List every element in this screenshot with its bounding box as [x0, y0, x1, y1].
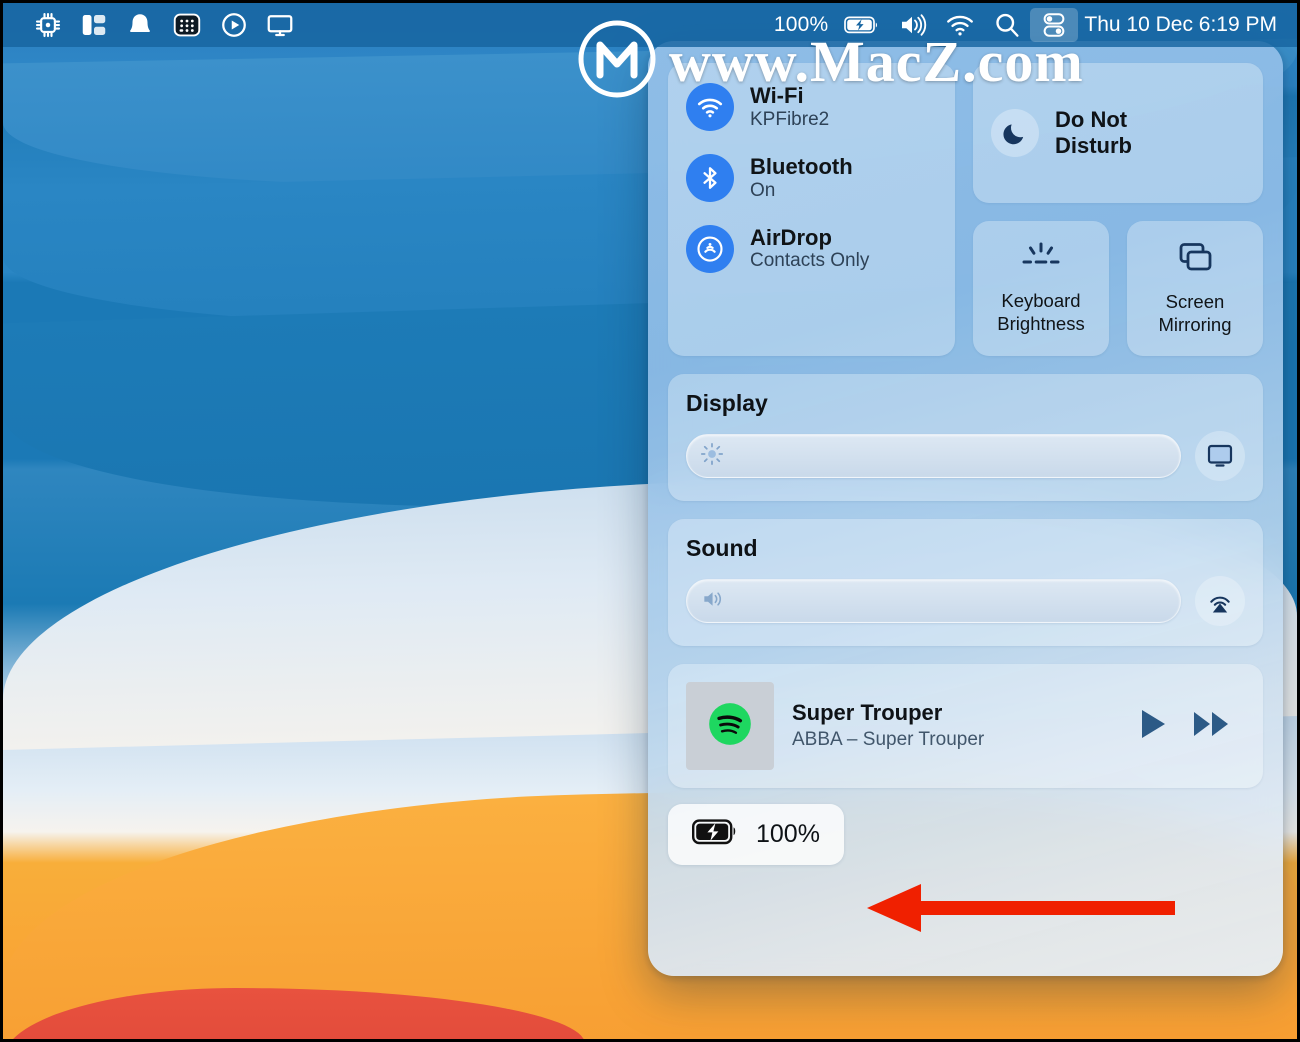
wifi-icon[interactable]: [936, 8, 984, 42]
screen-mirroring-label-line2: Mirroring: [1159, 314, 1232, 337]
keyboard-brightness-label-line2: Brightness: [997, 313, 1084, 336]
moon-icon: [991, 109, 1039, 157]
connectivity-text-bluetooth: Bluetooth On: [750, 154, 853, 203]
now-playing-controls: [1137, 707, 1245, 746]
display-brightness-slider[interactable]: [686, 434, 1181, 478]
airdrop-icon: [686, 225, 734, 273]
control-center-panel: Wi-Fi KPFibre2 Bluetooth On: [648, 41, 1283, 976]
do-not-disturb-label-line2: Disturb: [1055, 133, 1132, 159]
screen-mirroring-label-line1: Screen: [1159, 291, 1232, 314]
search-icon[interactable]: [984, 8, 1030, 42]
display-aux-button[interactable]: [1195, 431, 1245, 481]
connectivity-card: Wi-Fi KPFibre2 Bluetooth On: [668, 63, 955, 356]
menu-bar-clock[interactable]: Thu 10 Dec 6:19 PM: [1078, 13, 1283, 37]
control-center-icon[interactable]: [1030, 8, 1078, 42]
connectivity-text-airdrop: AirDrop Contacts Only: [750, 225, 869, 274]
screen: 100%: [0, 0, 1300, 1042]
do-not-disturb-card[interactable]: Do Not Disturb: [973, 63, 1263, 203]
screen-mirroring-label: Screen Mirroring: [1159, 291, 1232, 336]
connectivity-item-airdrop[interactable]: AirDrop Contacts Only: [686, 225, 937, 274]
do-not-disturb-label-line1: Do Not: [1055, 107, 1132, 133]
volume-icon[interactable]: [888, 8, 936, 42]
battery-percent-value: 100%: [756, 820, 820, 849]
album-art: [686, 682, 774, 770]
now-playing-text: Super Trouper ABBA – Super Trouper: [792, 699, 1119, 753]
sound-volume-slider[interactable]: [686, 579, 1181, 623]
control-center-top-row: Wi-Fi KPFibre2 Bluetooth On: [668, 63, 1263, 356]
display-slider-row: [686, 431, 1245, 481]
cpu-chip-icon[interactable]: [25, 8, 71, 42]
battery-percent-text: 100%: [774, 13, 829, 37]
menu-bar-left-items: [3, 8, 303, 42]
connectivity-label-bluetooth: Bluetooth: [750, 154, 853, 180]
now-playing-title: Super Trouper: [792, 699, 1119, 727]
screen-mirroring-icon: [1173, 240, 1217, 281]
battery-row: 100%: [668, 804, 1263, 865]
keyboard-brightness-label: Keyboard Brightness: [997, 290, 1084, 335]
keyboard-brightness-tile[interactable]: Keyboard Brightness: [973, 221, 1109, 356]
now-playing-subtitle: ABBA – Super Trouper: [792, 728, 1119, 753]
keyboard-brightness-label-line1: Keyboard: [997, 290, 1084, 313]
menu-bar: 100%: [3, 3, 1297, 47]
bluetooth-icon: [686, 154, 734, 202]
menu-bar-right-items: 100%: [766, 8, 1297, 42]
display-card: Display: [668, 374, 1263, 501]
connectivity-status-bluetooth: On: [750, 180, 853, 203]
wifi-icon: [686, 83, 734, 131]
connectivity-item-wifi[interactable]: Wi-Fi KPFibre2: [686, 83, 937, 132]
display-title: Display: [686, 390, 1245, 417]
sound-slider-row: [686, 576, 1245, 626]
spotify-icon: [705, 699, 755, 754]
battery-charging-icon[interactable]: [836, 8, 888, 42]
bell-icon[interactable]: [117, 8, 163, 42]
layout-panel-icon[interactable]: [71, 8, 117, 42]
next-track-button[interactable]: [1191, 707, 1233, 746]
screen-mirroring-tile[interactable]: Screen Mirroring: [1127, 221, 1263, 356]
sound-title: Sound: [686, 535, 1245, 562]
keyboard-brightness-icon: [1018, 241, 1064, 280]
brightness-icon: [699, 441, 725, 472]
connectivity-label-airdrop: AirDrop: [750, 225, 869, 251]
connectivity-text-wifi: Wi-Fi KPFibre2: [750, 83, 829, 132]
connectivity-item-bluetooth[interactable]: Bluetooth On: [686, 154, 937, 203]
connectivity-status-wifi: KPFibre2: [750, 109, 829, 132]
sound-card: Sound: [668, 519, 1263, 646]
volume-icon: [699, 586, 727, 617]
play-circle-icon[interactable]: [211, 8, 257, 42]
do-not-disturb-label: Do Not Disturb: [1055, 107, 1132, 160]
control-center-small-tiles: Keyboard Brightness Screen: [973, 221, 1263, 356]
play-button[interactable]: [1137, 707, 1169, 746]
now-playing-card: Super Trouper ABBA – Super Trouper: [668, 664, 1263, 788]
display-icon[interactable]: [257, 8, 303, 42]
battery-charging-icon: [692, 818, 740, 851]
connectivity-status-airdrop: Contacts Only: [750, 250, 869, 273]
battery-widget[interactable]: 100%: [668, 804, 844, 865]
keypad-icon[interactable]: [163, 8, 211, 42]
sound-aux-button[interactable]: [1195, 576, 1245, 626]
battery-percent-label[interactable]: 100%: [766, 8, 837, 42]
connectivity-label-wifi: Wi-Fi: [750, 83, 829, 109]
control-center-right-column: Do Not Disturb: [973, 63, 1263, 356]
wallpaper-band-6: [3, 988, 585, 1042]
